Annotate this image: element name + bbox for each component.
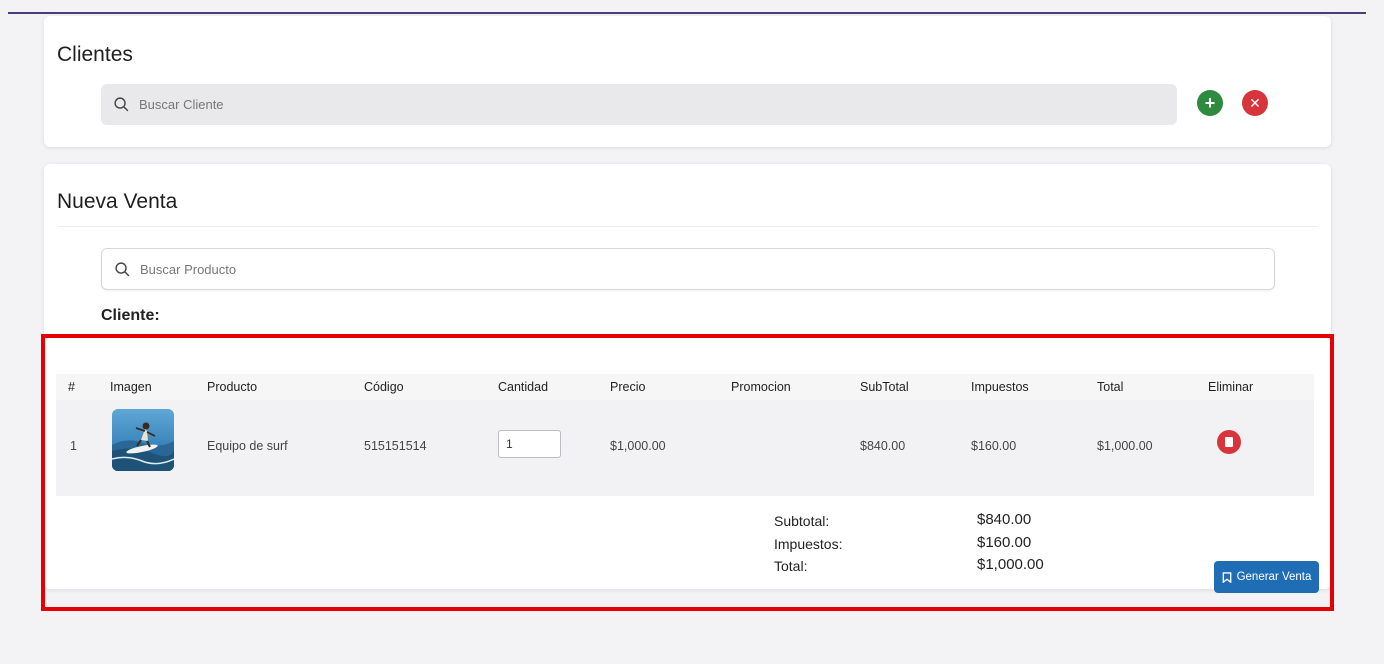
clear-cliente-button[interactable]: ✕ xyxy=(1242,90,1268,116)
header-imagen: Imagen xyxy=(110,380,152,394)
product-image xyxy=(112,409,174,471)
stop-icon xyxy=(1225,437,1233,447)
cliente-label: Cliente: xyxy=(101,307,160,324)
delete-row-button[interactable] xyxy=(1217,430,1241,454)
products-table: # Imagen Producto Código Cantidad Precio… xyxy=(56,374,1314,496)
header-precio: Precio xyxy=(610,380,646,394)
row-code: 515151514 xyxy=(364,439,427,453)
header-total: Total xyxy=(1097,380,1124,394)
clientes-title: Clientes xyxy=(57,43,133,66)
plus-icon: + xyxy=(1204,93,1216,113)
surf-photo-icon xyxy=(112,409,174,471)
search-icon xyxy=(115,261,130,276)
close-icon: ✕ xyxy=(1249,95,1261,111)
nueva-venta-title: Nueva Venta xyxy=(57,190,178,213)
header-codigo: Código xyxy=(364,380,404,394)
header-producto: Producto xyxy=(207,380,258,394)
summary-total-value: $1,000.00 xyxy=(977,556,1044,573)
generar-venta-label: Generar Venta xyxy=(1236,571,1312,583)
header-promocion: Promocion xyxy=(731,380,791,394)
bookmark-icon xyxy=(1222,571,1231,583)
table-row: 1 Equipo de surf 515151514 1 $1,000.00 $… xyxy=(56,400,1314,496)
row-subtotal: $840.00 xyxy=(860,439,906,453)
generar-venta-button[interactable]: Generar Venta xyxy=(1214,561,1319,593)
summary-total-label: Total: xyxy=(774,558,808,574)
header-cantidad: Cantidad xyxy=(498,380,549,394)
top-accent-line xyxy=(8,12,1366,14)
row-price: $1,000.00 xyxy=(610,439,666,453)
search-producto-placeholder: Buscar Producto xyxy=(140,261,237,277)
search-cliente-placeholder: Buscar Cliente xyxy=(139,97,224,112)
title-divider xyxy=(58,226,1318,227)
quantity-input[interactable] xyxy=(498,430,561,458)
header-subtotal: SubTotal xyxy=(860,380,909,394)
summary-subtotal-value: $840.00 xyxy=(977,511,1032,528)
summary-subtotal-label: Subtotal: xyxy=(774,513,830,529)
header-impuestos: Impuestos xyxy=(971,380,1029,394)
add-cliente-button[interactable]: + xyxy=(1197,90,1223,116)
search-cliente-field[interactable]: Buscar Cliente xyxy=(101,84,1177,125)
nueva-venta-card: Nueva Venta Buscar Producto Cliente: # I… xyxy=(44,164,1331,593)
summary-taxes-value: $160.00 xyxy=(977,534,1032,551)
row-product: Equipo de surf xyxy=(207,439,288,453)
search-icon xyxy=(114,97,129,112)
row-taxes: $160.00 xyxy=(971,439,1017,453)
search-producto-field[interactable]: Buscar Producto xyxy=(101,248,1275,290)
header-eliminar: Eliminar xyxy=(1208,380,1254,394)
table-header: # Imagen Producto Código Cantidad Precio… xyxy=(56,374,1314,400)
header-index: # xyxy=(68,380,75,394)
clientes-card: Clientes Buscar Cliente + ✕ xyxy=(44,16,1331,147)
summary-taxes-label: Impuestos: xyxy=(774,536,843,552)
row-index: 1 xyxy=(70,439,77,453)
row-total: $1,000.00 xyxy=(1097,439,1153,453)
